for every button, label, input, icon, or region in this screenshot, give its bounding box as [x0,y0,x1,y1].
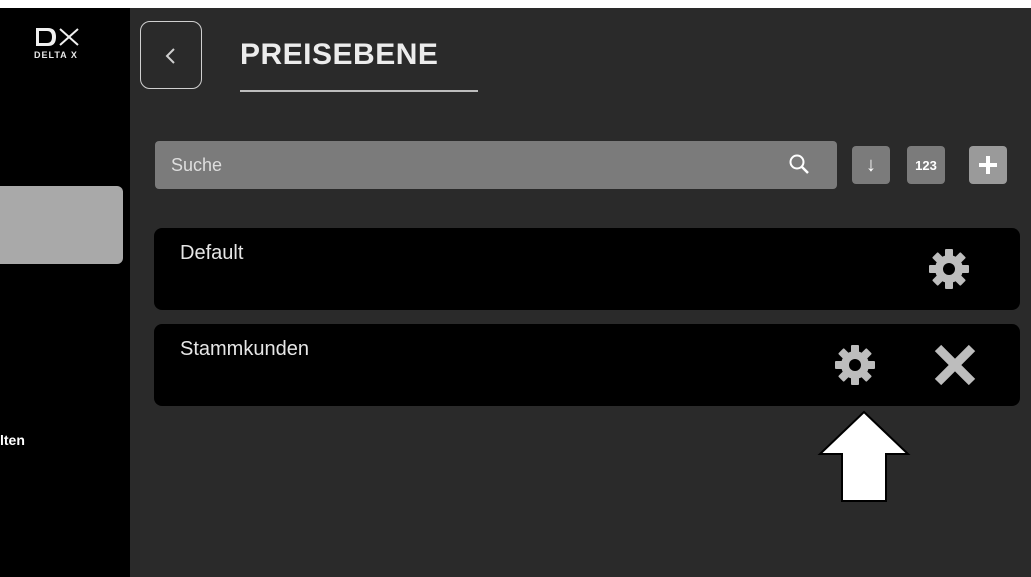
chevron-left-icon [165,48,175,64]
list-item[interactable]: Stammkunden [154,324,1020,406]
add-button[interactable] [969,146,1007,184]
sidebar: DELTA X lten [0,8,130,577]
plus-icon [979,156,997,174]
up-arrow-icon [817,410,911,502]
search-input[interactable] [155,141,837,189]
sort-button[interactable]: ↓ [852,146,890,184]
gear-icon[interactable] [832,342,878,388]
list-item[interactable]: Default [154,228,1020,310]
sidebar-item-active[interactable] [0,186,123,264]
back-button[interactable] [140,21,202,89]
numeric-sort-button[interactable]: 123 [907,146,945,184]
list-item-label: Stammkunden [180,338,309,360]
brand-logo: DELTA X [34,26,114,64]
logo-wordmark: DELTA X [34,50,78,60]
search-bar[interactable] [155,141,837,189]
dx-logo-icon [36,28,79,46]
app-window: DELTA X lten PREISEBENE ↓ 123 Default [0,8,1031,577]
gear-icon[interactable] [926,246,972,292]
title-underline [240,90,478,92]
sidebar-item-label[interactable]: lten [0,432,25,448]
list-item-label: Default [180,242,244,264]
page-title: PREISEBENE [240,38,439,71]
search-icon[interactable] [788,153,810,175]
close-icon[interactable] [932,342,978,388]
